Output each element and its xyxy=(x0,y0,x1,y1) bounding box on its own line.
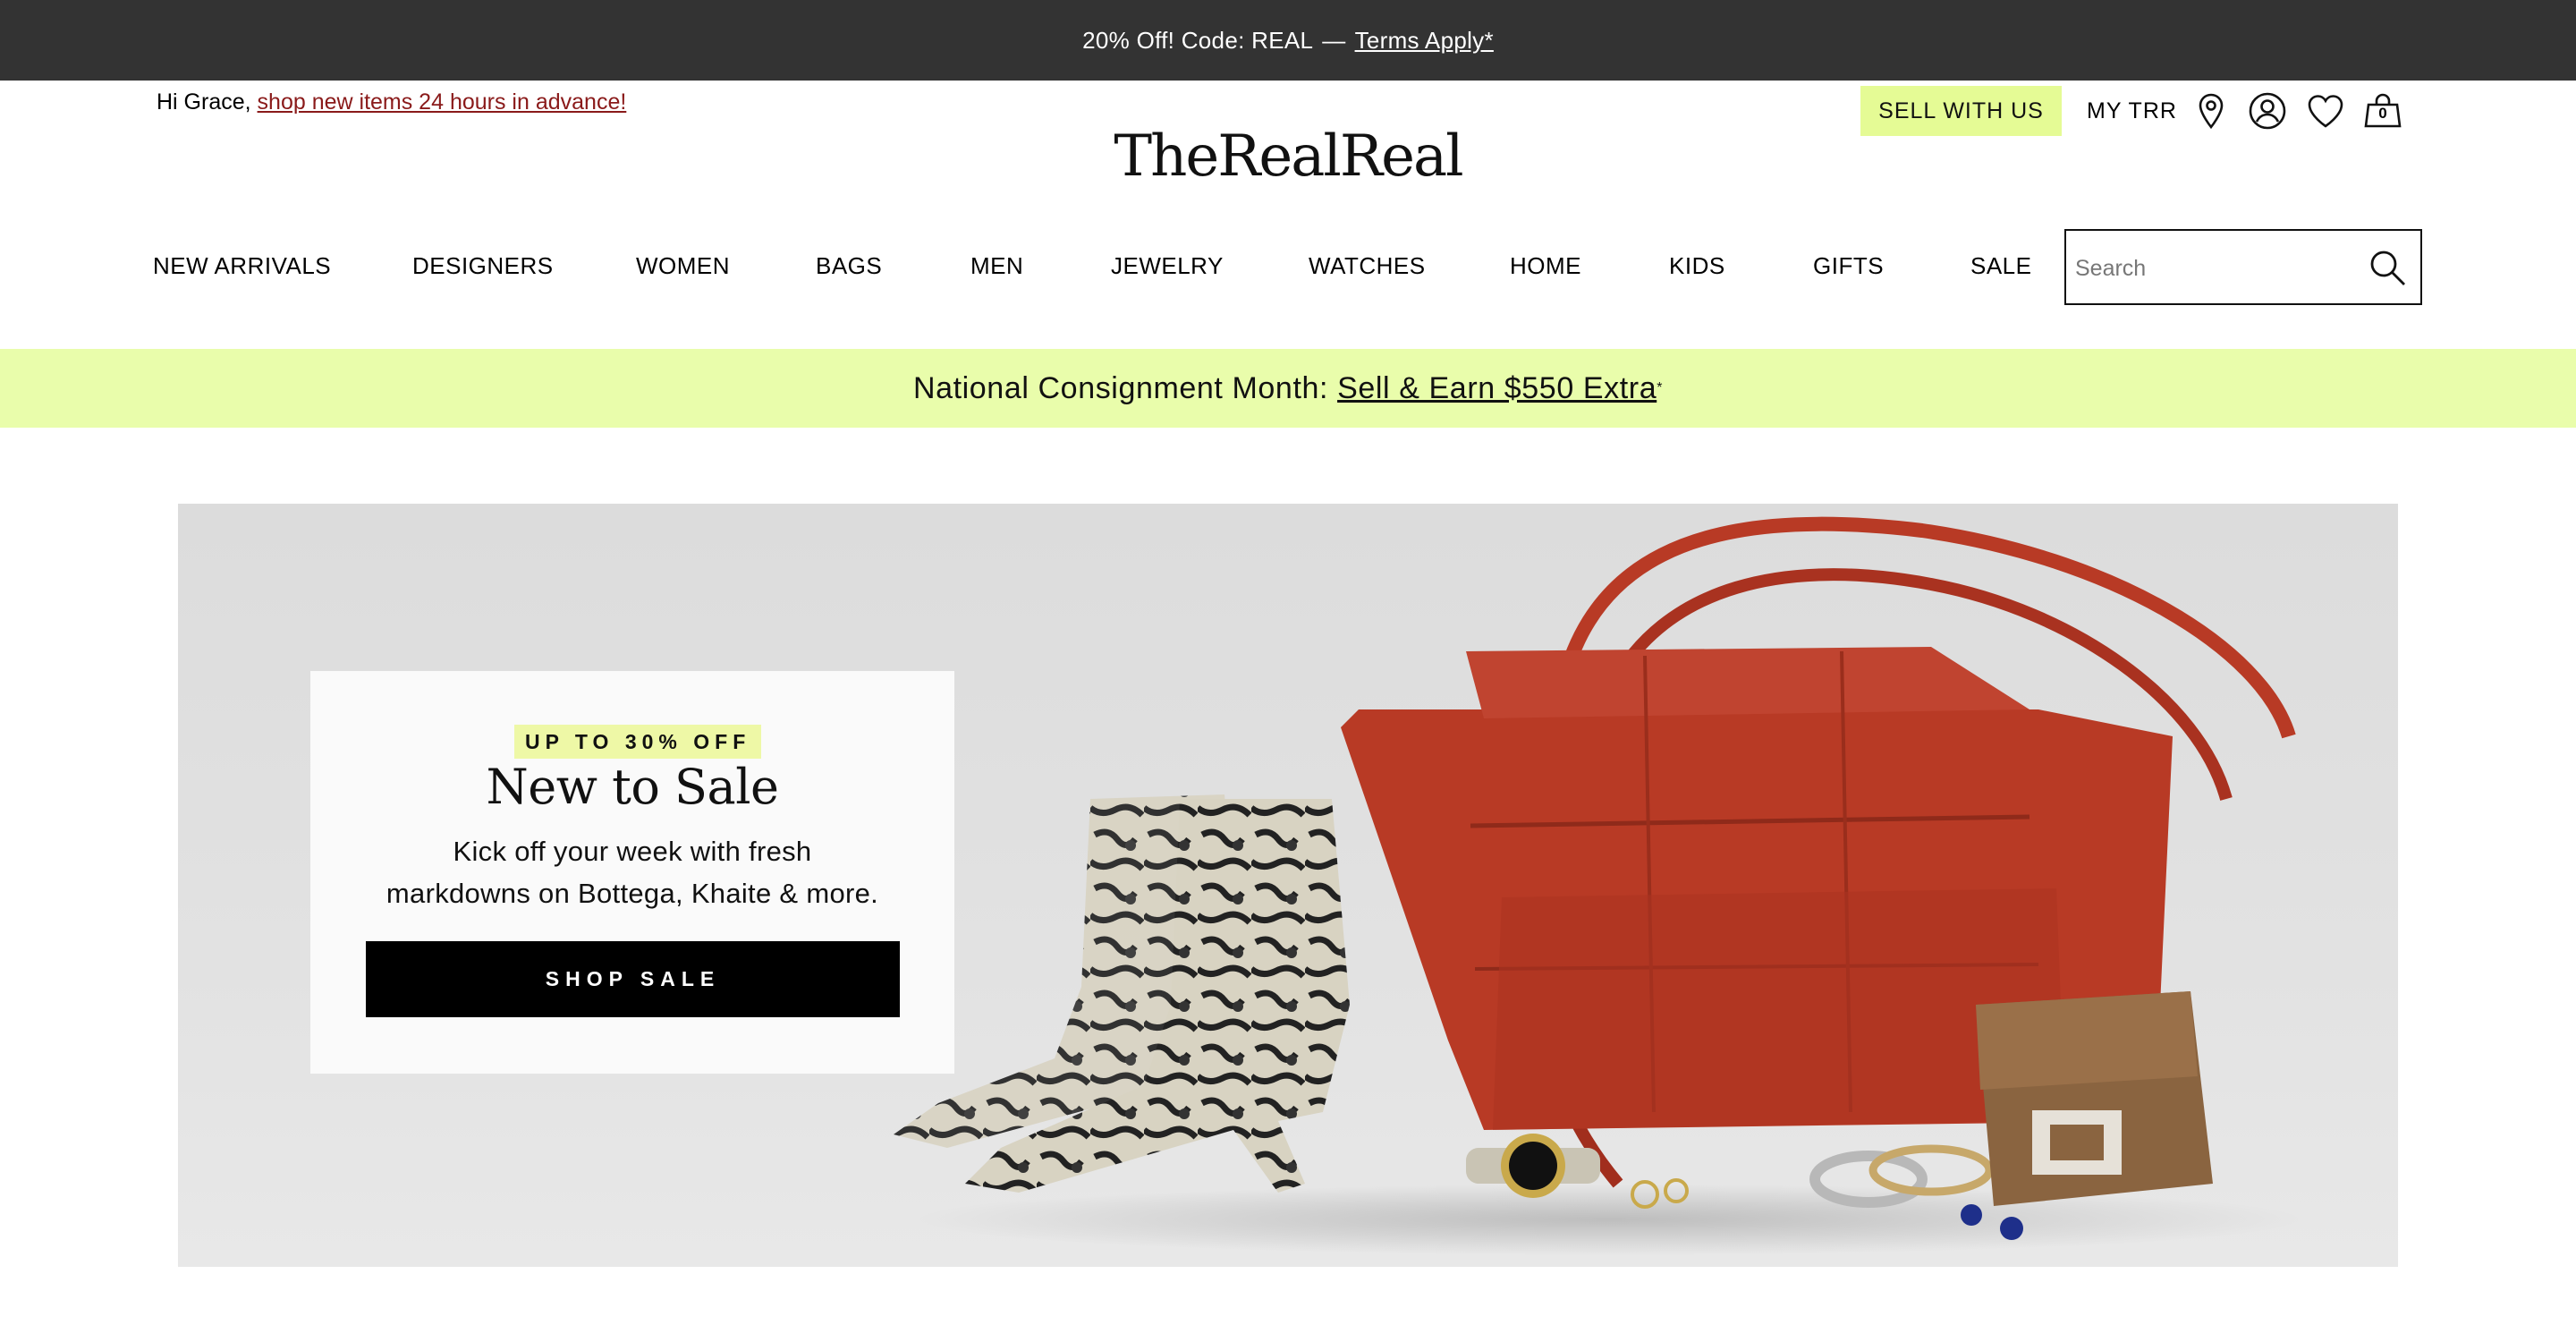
nav-gifts[interactable]: GIFTS xyxy=(1813,252,1884,280)
search-icon[interactable] xyxy=(2367,247,2408,288)
promo-bar: 20% Off! Code: REAL — Terms Apply* xyxy=(0,0,2576,81)
hero-card: UP TO 30% OFF New to Sale Kick off your … xyxy=(310,671,954,1074)
hero-copy-line-1: Kick off your week with fresh xyxy=(453,836,812,867)
hero-banner[interactable]: UP TO 30% OFF New to Sale Kick off your … xyxy=(178,504,2398,1267)
sale-badge: UP TO 30% OFF xyxy=(514,725,762,759)
sell-with-us-button[interactable]: SELL WITH US xyxy=(1860,86,2062,136)
greeting: Hi Grace, shop new items 24 hours in adv… xyxy=(157,89,626,115)
nav-kids[interactable]: KIDS xyxy=(1669,252,1725,280)
bag-count: 0 xyxy=(2378,105,2387,122)
location-pin-icon[interactable] xyxy=(2190,89,2233,132)
promo-text: 20% Off! Code: REAL xyxy=(1082,26,1314,54)
nav-watches[interactable]: WATCHES xyxy=(1309,252,1426,280)
search-input[interactable] xyxy=(2073,249,2363,288)
nav-men[interactable]: MEN xyxy=(970,252,1023,280)
nav-home[interactable]: HOME xyxy=(1510,252,1581,280)
heart-icon[interactable] xyxy=(2304,89,2347,132)
nav-women[interactable]: WOMEN xyxy=(636,252,730,280)
hero-copy: Kick off your week with fresh markdowns … xyxy=(346,830,919,914)
terms-link[interactable]: Terms Apply* xyxy=(1355,27,1494,55)
nav-sale[interactable]: SALE xyxy=(1970,252,2032,280)
my-trr-link[interactable]: MY TRR xyxy=(2087,98,2177,124)
nav-bags[interactable]: BAGS xyxy=(816,252,882,280)
shopping-bag-icon[interactable]: 0 xyxy=(2361,89,2404,132)
greeting-text: Hi Grace, xyxy=(157,89,251,115)
sell-earn-link[interactable]: Sell & Earn $550 Extra xyxy=(1337,371,1657,406)
logo[interactable]: TheRealReal xyxy=(1055,123,1521,190)
early-access-link[interactable]: shop new items 24 hours in advance! xyxy=(258,89,627,115)
nav-jewelry[interactable]: JEWELRY xyxy=(1111,252,1224,280)
consignment-banner: National Consignment Month: Sell & Earn … xyxy=(0,349,2576,428)
promo-separator: — xyxy=(1322,26,1346,54)
hero-title: New to Sale xyxy=(486,759,779,815)
hero-copy-line-2: markdowns on Bottega, Khaite & more. xyxy=(386,878,879,909)
shop-sale-button[interactable]: SHOP SALE xyxy=(366,941,900,1017)
consignment-text: National Consignment Month: xyxy=(912,370,1329,405)
nav-designers[interactable]: DESIGNERS xyxy=(412,252,554,280)
search-box xyxy=(2064,229,2422,305)
consignment-mark: * xyxy=(1657,380,1664,395)
account-icon[interactable] xyxy=(2246,89,2289,132)
nav-new-arrivals[interactable]: NEW ARRIVALS xyxy=(153,252,331,280)
